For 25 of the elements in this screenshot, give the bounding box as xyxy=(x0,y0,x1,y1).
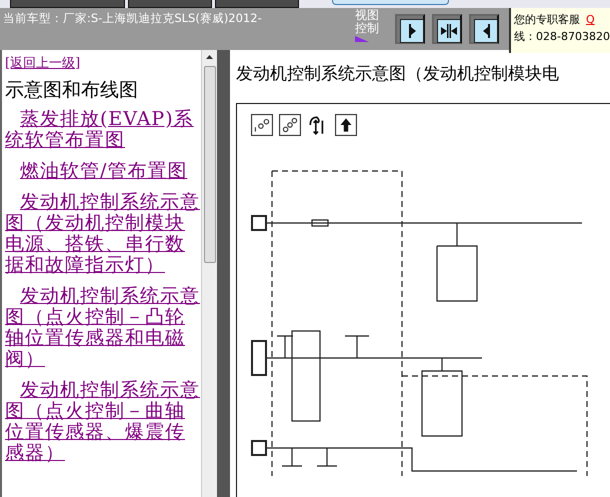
diagram-link[interactable]: 发动机控制系统示意图（发动机控制模块电源、搭铁、串行数据和故障指示灯） xyxy=(5,192,201,276)
section-heading: 示意图和布线图 xyxy=(5,79,139,101)
scrollbar[interactable] xyxy=(201,50,217,497)
diagram-link[interactable]: 发动机控制系统示意图（点火控制－凸轮轴位置传感器和电磁阀） xyxy=(5,286,201,370)
current-model-label: 当前车型：厂家:S-上海凯迪拉克SLS(赛威)2012- xyxy=(2,10,263,26)
qq-link[interactable]: Q xyxy=(586,13,595,26)
page-title: 发动机控制系统示意图（发动机控制模块电 xyxy=(236,63,560,86)
view-button[interactable] xyxy=(432,14,462,44)
arrow-bar-icon xyxy=(408,24,416,38)
back-link[interactable]: [返回上一级] xyxy=(5,56,80,72)
arrow-bar-icon xyxy=(441,24,457,38)
triangle-icon xyxy=(355,36,369,42)
arrow-bar-icon xyxy=(482,24,490,38)
view-button[interactable] xyxy=(469,14,499,44)
scroll-thumb[interactable] xyxy=(204,66,216,263)
diagram-link[interactable]: 发动机控制系统示意图（点火控制－曲轴位置传感器、爆震传感器） xyxy=(5,380,201,464)
toolbar-button[interactable] xyxy=(332,0,449,5)
phone-text: 线：028-8703820 xyxy=(514,29,610,45)
view-control-label: 视图控制 xyxy=(355,8,380,35)
diagram-link[interactable]: 蒸发排放(EVAP)系统软管布置图 xyxy=(5,109,201,151)
diagram-link[interactable]: 燃油软管/管布置图 xyxy=(5,161,201,182)
diagram-icon[interactable] xyxy=(279,114,301,136)
diagram-icon[interactable] xyxy=(251,114,273,136)
view-button[interactable] xyxy=(395,14,425,44)
support-label: 您的专职客服 xyxy=(514,13,580,26)
